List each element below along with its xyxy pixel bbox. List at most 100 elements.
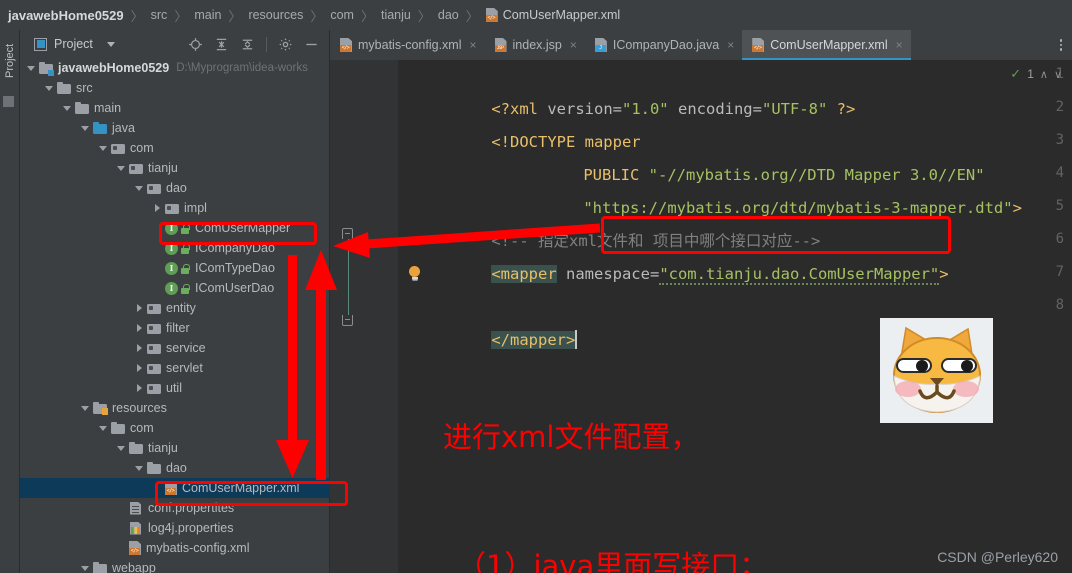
tree-row-log4j-properties[interactable]: log4j.properties [20, 518, 330, 538]
chevron-down-icon[interactable] [134, 183, 145, 194]
tree-item-label: javawebHome0529 [58, 61, 170, 75]
tree-row-com[interactable]: com [20, 418, 330, 438]
breadcrumb-item-2[interactable]: main [192, 8, 223, 22]
chevron-down-icon[interactable] [26, 63, 37, 74]
tree-row-src[interactable]: src [20, 78, 330, 98]
folder-icon [147, 461, 161, 475]
box-comusermapper-interface [159, 222, 317, 245]
properties-file-icon [129, 502, 143, 515]
tree-row-icomuserdao[interactable]: I IComUserDao [20, 278, 330, 298]
chevron-down-icon[interactable] [106, 41, 115, 47]
breadcrumb-item-3[interactable]: resources [246, 8, 305, 22]
tab-options-icon[interactable] [1050, 30, 1072, 60]
chevron-up-icon[interactable]: ∧ [1040, 68, 1048, 81]
editor-tab-2[interactable]: J ICompanyDao.java × [585, 30, 742, 60]
chevron-right-icon[interactable] [134, 323, 145, 334]
chevron-down-icon[interactable] [116, 163, 127, 174]
breadcrumb: javawebHome0529 〉 src 〉 main 〉 resources… [0, 0, 1072, 30]
tree-item-label: service [166, 341, 206, 355]
fold-marker-open[interactable] [342, 228, 353, 239]
expand-all-icon[interactable] [214, 37, 229, 52]
folder-icon [129, 441, 143, 455]
module-folder-icon [39, 61, 54, 76]
tree-row-resources[interactable]: resources [20, 398, 330, 418]
breadcrumb-item-6[interactable]: dao [436, 8, 461, 22]
tree-row-service[interactable]: service [20, 338, 330, 358]
tree-item-label: dao [166, 461, 187, 475]
tree-item-label: servlet [166, 361, 203, 375]
chevron-right-icon[interactable] [134, 343, 145, 354]
code-token: <mapper [491, 265, 557, 283]
close-icon[interactable]: × [896, 38, 903, 52]
chevron-down-icon[interactable] [80, 123, 91, 134]
chevron-down-icon[interactable] [62, 103, 73, 114]
log-file-icon [129, 522, 143, 535]
tree-row-tianju[interactable]: tianju [20, 438, 330, 458]
tree-row-entity[interactable]: entity [20, 298, 330, 318]
interface-icon: I [165, 281, 178, 295]
breadcrumb-item-4[interactable]: com [328, 8, 356, 22]
folder-icon [57, 81, 71, 95]
breadcrumb-item-1[interactable]: src [149, 8, 170, 22]
hide-window-icon[interactable] [304, 37, 319, 52]
editor-tab-3[interactable]: </> ComUserMapper.xml × [742, 30, 912, 60]
tree-item-label: com [130, 421, 154, 435]
tree-row-filter[interactable]: filter [20, 318, 330, 338]
tree-row-javawebhome0529[interactable]: javawebHome0529 D:\Myprogram\idea-works [20, 58, 330, 78]
tree-row-icomtypedao[interactable]: I IComTypeDao [20, 258, 330, 278]
tree-row-java[interactable]: java [20, 118, 330, 138]
tree-item-label: java [112, 121, 135, 135]
chevron-down-icon[interactable] [44, 83, 55, 94]
tree-row-dao[interactable]: dao [20, 458, 330, 478]
tree-row-impl[interactable]: impl [20, 198, 330, 218]
tree-item-label: impl [184, 201, 207, 215]
close-icon[interactable]: × [727, 38, 734, 52]
chevron-down-icon[interactable] [134, 463, 145, 474]
strip-project-label[interactable]: Project [4, 30, 16, 78]
tree-row-tianju[interactable]: tianju [20, 158, 330, 178]
chevron-down-icon[interactable] [98, 423, 109, 434]
chevron-down-icon[interactable] [98, 143, 109, 154]
inspection-widget[interactable]: ✓ 1 ∧ ∨ [1010, 66, 1062, 82]
tree-item-label: webapp [112, 561, 156, 573]
jsp-file-icon: JSP [494, 38, 507, 52]
chevron-right-icon[interactable] [152, 203, 163, 214]
tree-row-dao[interactable]: dao [20, 178, 330, 198]
close-icon[interactable]: × [570, 38, 577, 52]
chevron-right-icon[interactable] [134, 303, 145, 314]
tree-row-util[interactable]: util [20, 378, 330, 398]
collapse-all-icon[interactable] [240, 37, 255, 52]
shiba-inu-meme-image [880, 318, 993, 423]
tree-row-webapp[interactable]: webapp [20, 558, 330, 573]
editor-tab-0[interactable]: </> mybatis-config.xml × [330, 30, 485, 60]
tree-row-servlet[interactable]: servlet [20, 358, 330, 378]
xml-file-icon: </> [752, 38, 765, 52]
tree-row-main[interactable]: main [20, 98, 330, 118]
chevron-down-icon[interactable]: ∨ [1054, 68, 1062, 81]
close-icon[interactable]: × [470, 38, 477, 52]
chevron-right-icon[interactable] [134, 363, 145, 374]
locate-icon[interactable] [188, 37, 203, 52]
breadcrumb-item-5[interactable]: tianju [379, 8, 413, 22]
strip-structure-icon[interactable] [3, 96, 14, 107]
java-file-icon: J [594, 38, 607, 52]
project-icon [34, 37, 47, 51]
watermark: CSDN @Perley620 [937, 549, 1058, 565]
tree-item-label: tianju [148, 441, 178, 455]
chevron-right-icon[interactable] [134, 383, 145, 394]
fold-marker-close[interactable] [342, 315, 353, 326]
chevron-down-icon[interactable] [80, 403, 91, 414]
gear-icon[interactable] [278, 37, 293, 52]
breadcrumb-item-file[interactable]: </> ComUserMapper.xml [484, 8, 622, 22]
chevron-down-icon[interactable] [116, 443, 127, 454]
project-view-selector[interactable]: Project [34, 37, 115, 51]
tree-row-mybatis-config-xml[interactable]: </> mybatis-config.xml [20, 538, 330, 558]
breadcrumb-item-0[interactable]: javawebHome0529 [6, 8, 126, 23]
package-icon [147, 322, 161, 335]
chevron-down-icon[interactable] [80, 563, 91, 573]
tree-row-com[interactable]: com [20, 138, 330, 158]
editor-tab-1[interactable]: JSP index.jsp × [485, 30, 585, 60]
editor-tab-label: ComUserMapper.xml [770, 38, 888, 52]
intention-bulb-icon[interactable] [408, 266, 421, 281]
